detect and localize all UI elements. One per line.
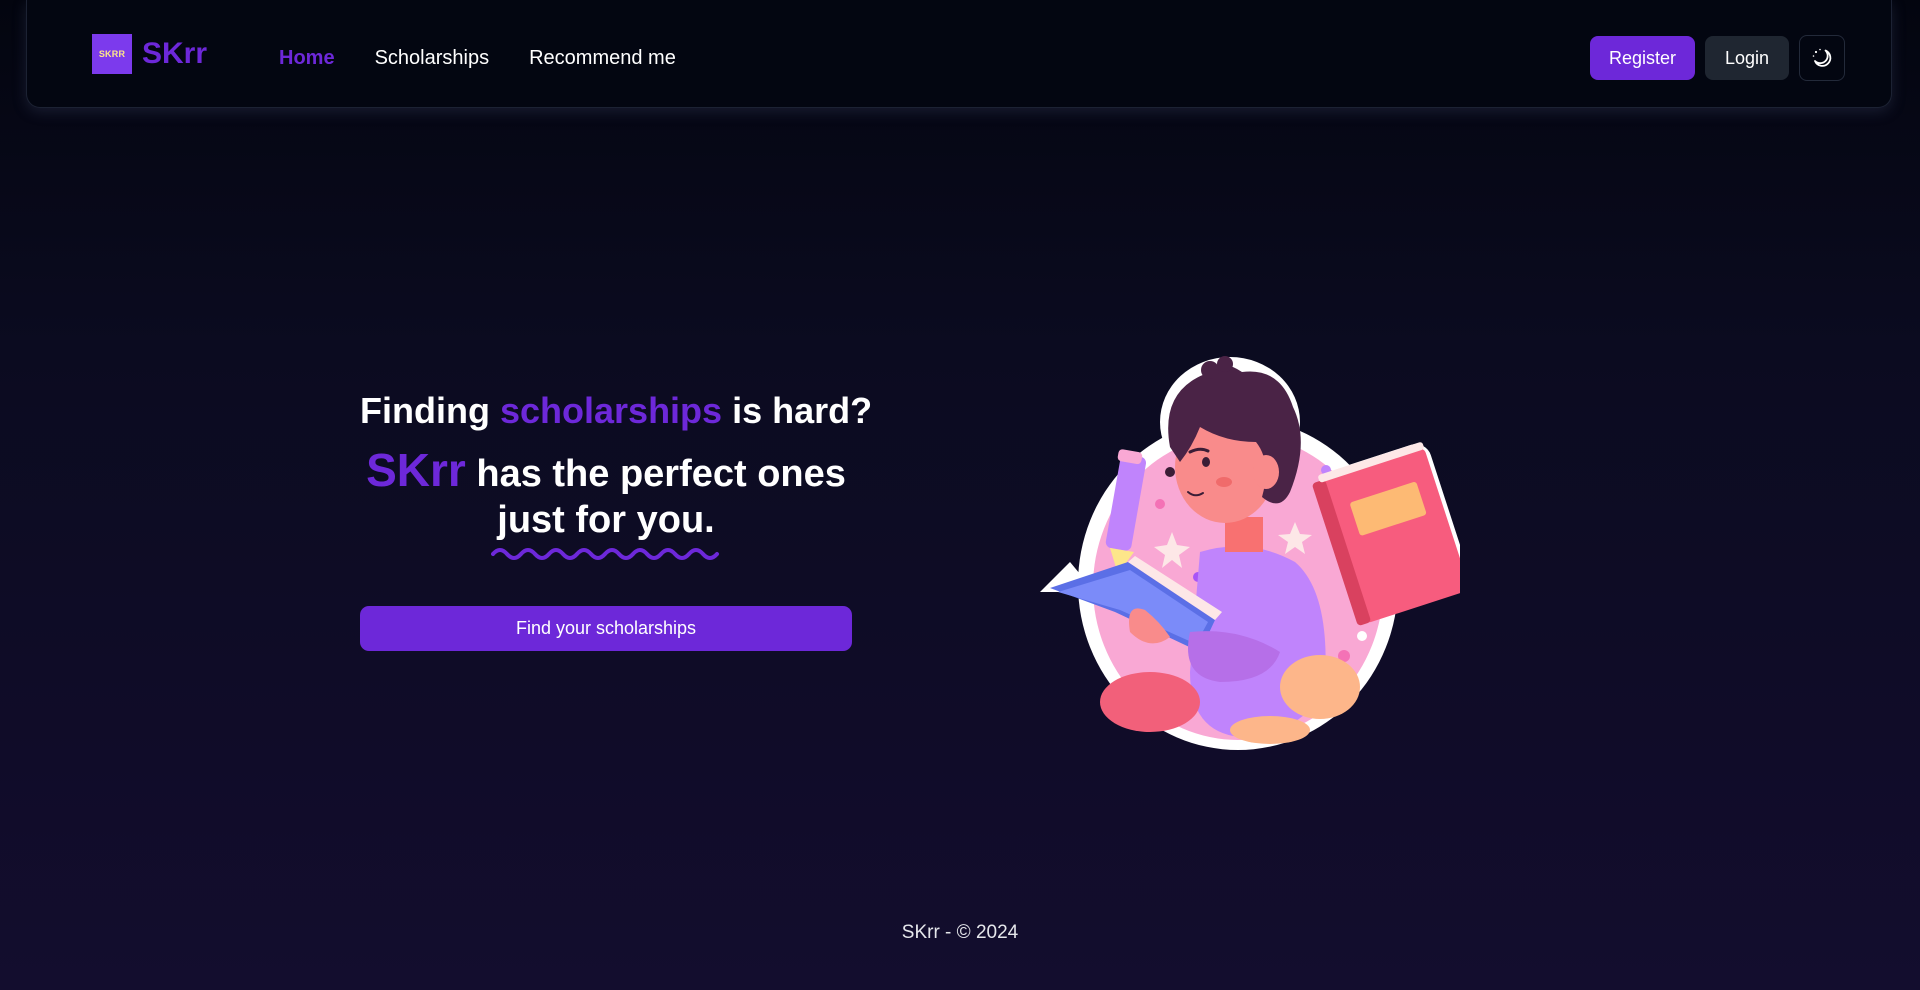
moon-stars-icon (1812, 48, 1832, 67)
main-nav: Home Scholarships Recommend me (279, 46, 676, 70)
hero-headline-accent: scholarships (499, 390, 723, 431)
hero-headline-pre: Finding (360, 390, 490, 431)
nav-link-home[interactable]: Home (279, 46, 335, 70)
squiggle-underline (491, 548, 719, 560)
logo-badge: SKRR (92, 34, 132, 74)
hero-subheadline-rest: has the perfect ones (476, 453, 846, 495)
hero-subheadline: SKrr has the perfect ones (360, 447, 852, 497)
register-button[interactable]: Register (1590, 36, 1695, 80)
hero-brand-name: SKrr (366, 444, 466, 496)
footer-copyright: SKrr - © 2024 (901, 922, 1019, 943)
hero-tagline: just for you. (497, 499, 715, 541)
theme-toggle-button[interactable] (1799, 35, 1845, 81)
hero-headline-post: is hard? (732, 390, 873, 431)
hero-text: Finding scholarships is hard? SKrr has t… (360, 385, 872, 561)
brand-logo-link[interactable]: SKRR SKrr (92, 34, 207, 74)
hero-headline: Finding scholarships is hard? (360, 385, 872, 437)
find-scholarships-button[interactable]: Find your scholarships (360, 606, 852, 651)
login-button[interactable]: Login (1705, 36, 1789, 80)
brand-name: SKrr (142, 37, 208, 70)
nav-link-scholarships[interactable]: Scholarships (375, 46, 490, 70)
nav-link-recommend-me[interactable]: Recommend me (529, 46, 676, 70)
navbar: SKRR SKrr Home Scholarships Recommend me… (26, 0, 1892, 108)
child-reading-book-illustration (1040, 356, 1460, 750)
